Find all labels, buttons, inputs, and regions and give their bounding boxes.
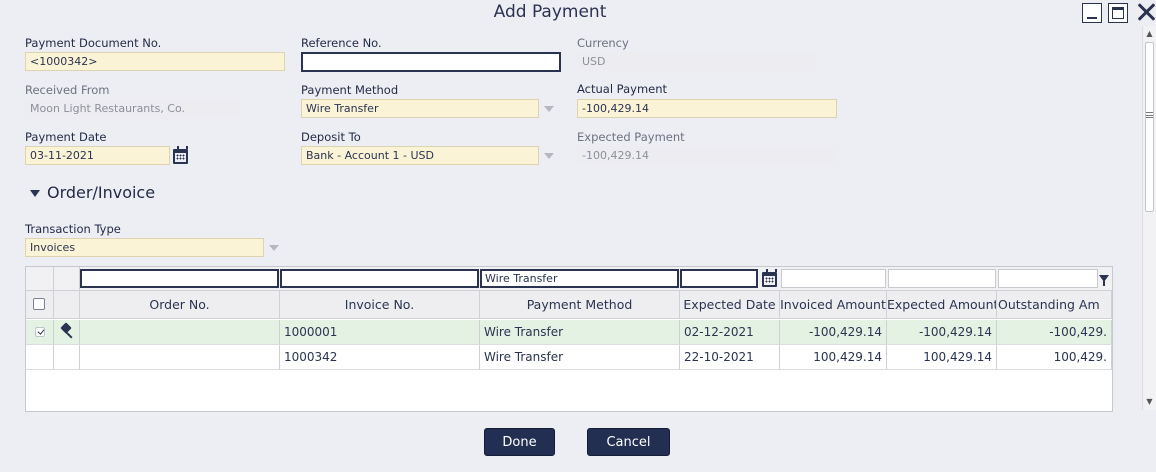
payment-date-field[interactable]: 03-11-2021 (25, 146, 170, 165)
minimize-icon[interactable] (1082, 3, 1102, 23)
filter-calendar-icon[interactable] (762, 269, 777, 287)
column-header[interactable]: Invoiced Amount (780, 291, 887, 319)
section-title[interactable]: Order/Invoice (47, 183, 155, 202)
row-select-cell (26, 345, 54, 369)
received-from-label: Received From (25, 83, 110, 97)
actual-payment-label: Actual Payment (577, 82, 668, 96)
row-select-cell (26, 320, 54, 344)
currency-label: Currency (577, 36, 629, 50)
filter-invoice-no[interactable] (280, 269, 479, 288)
expected-payment-field: -100,429.14 (577, 146, 835, 165)
row-checkbox[interactable] (35, 327, 45, 337)
column-header[interactable]: Expected Date (680, 291, 780, 319)
deposit-to-dropdown-icon[interactable] (544, 153, 554, 159)
currency-field: USD (577, 52, 815, 71)
deposit-to-label: Deposit To (301, 130, 361, 144)
filter-expected-amount[interactable] (888, 269, 996, 288)
close-icon[interactable] (1136, 0, 1156, 24)
cell-payment-method: Wire Transfer (480, 320, 680, 344)
payment-document-no-label: Payment Document No. (25, 36, 162, 50)
transaction-type-dropdown-icon[interactable] (269, 245, 279, 251)
calendar-icon[interactable] (173, 146, 188, 164)
cancel-button[interactable]: Cancel (587, 428, 670, 456)
column-header[interactable]: Order No. (80, 291, 280, 319)
payment-method-dropdown-icon[interactable] (544, 106, 554, 112)
cell-invoice-no: 1000001 (280, 320, 480, 344)
column-header[interactable]: Payment Method (480, 291, 680, 319)
window-title: Add Payment (493, 2, 607, 22)
filter-expected-date[interactable] (680, 269, 758, 288)
actual-payment-field[interactable]: -100,429.14 (577, 99, 837, 118)
cell-outstanding-amount: -100,429. (997, 320, 1112, 344)
expected-payment-label: Expected Payment (577, 130, 685, 144)
column-header[interactable]: Invoice No. (280, 291, 480, 319)
maximize-icon[interactable] (1108, 3, 1128, 23)
filter-outstanding-amount[interactable] (998, 269, 1098, 288)
row-pin-cell (54, 345, 80, 369)
done-button[interactable]: Done (484, 428, 555, 456)
scroll-up-icon[interactable]: ▲ (1143, 28, 1156, 40)
cell-invoiced-amount: -100,429.14 (780, 320, 887, 344)
cell-payment-method: Wire Transfer (480, 345, 680, 369)
filter-order-no[interactable] (80, 269, 279, 288)
reference-no-label: Reference No. (301, 36, 382, 50)
select-all-checkbox[interactable] (33, 298, 45, 310)
header-pin-cell (54, 291, 80, 319)
cell-invoice-no: 1000342 (280, 345, 480, 369)
column-header[interactable]: Expected Amount (887, 291, 997, 319)
grid-header-row: Order No. Invoice No. Payment Method Exp… (26, 291, 1112, 319)
filter-payment-method[interactable]: Wire Transfer (480, 269, 679, 288)
pin-icon[interactable] (59, 324, 73, 338)
payment-method-select[interactable]: Wire Transfer (301, 99, 539, 118)
column-header[interactable]: Outstanding Am (997, 291, 1112, 319)
header-select-cell (26, 291, 54, 319)
row-pin-cell (54, 320, 80, 344)
filter-spacer (54, 267, 80, 291)
invoice-grid: Wire Transfer Order No. Invoice No. Paym… (25, 266, 1113, 412)
cell-expected-amount: 100,429.14 (887, 345, 997, 369)
cell-order-no (80, 320, 280, 344)
grid-filter-row: Wire Transfer (26, 267, 1112, 291)
cell-expected-date: 02-12-2021 (680, 320, 780, 344)
transaction-type-label: Transaction Type (25, 222, 121, 236)
filter-spacer (26, 267, 54, 291)
deposit-to-select[interactable]: Bank - Account 1 - USD (301, 146, 539, 165)
cell-outstanding-amount: 100,429. (997, 345, 1112, 369)
transaction-type-select[interactable]: Invoices (25, 238, 264, 257)
filter-invoiced-amount[interactable] (781, 269, 886, 288)
payment-document-no-field[interactable]: <1000342> (25, 52, 285, 71)
scrollbar-thumb[interactable] (1145, 42, 1154, 212)
table-row[interactable]: 1000342 Wire Transfer 22-10-2021 100,429… (26, 345, 1112, 370)
vertical-scrollbar[interactable]: ▲ ▼ (1142, 26, 1156, 410)
scroll-down-icon[interactable]: ▼ (1143, 396, 1156, 408)
cell-expected-amount: -100,429.14 (887, 320, 997, 344)
cell-expected-date: 22-10-2021 (680, 345, 780, 369)
collapse-section-icon[interactable] (30, 190, 40, 197)
payment-date-label: Payment Date (25, 130, 107, 144)
table-row[interactable]: 1000001 Wire Transfer 02-12-2021 -100,42… (26, 320, 1112, 345)
cell-invoiced-amount: 100,429.14 (780, 345, 887, 369)
scroll-grip-icon (1146, 112, 1153, 118)
cell-order-no (80, 345, 280, 369)
payment-method-label: Payment Method (301, 83, 399, 97)
received-from-field: Moon Light Restaurants, Co. (25, 99, 241, 118)
filter-icon[interactable] (1099, 275, 1109, 286)
reference-no-input[interactable] (301, 52, 561, 72)
